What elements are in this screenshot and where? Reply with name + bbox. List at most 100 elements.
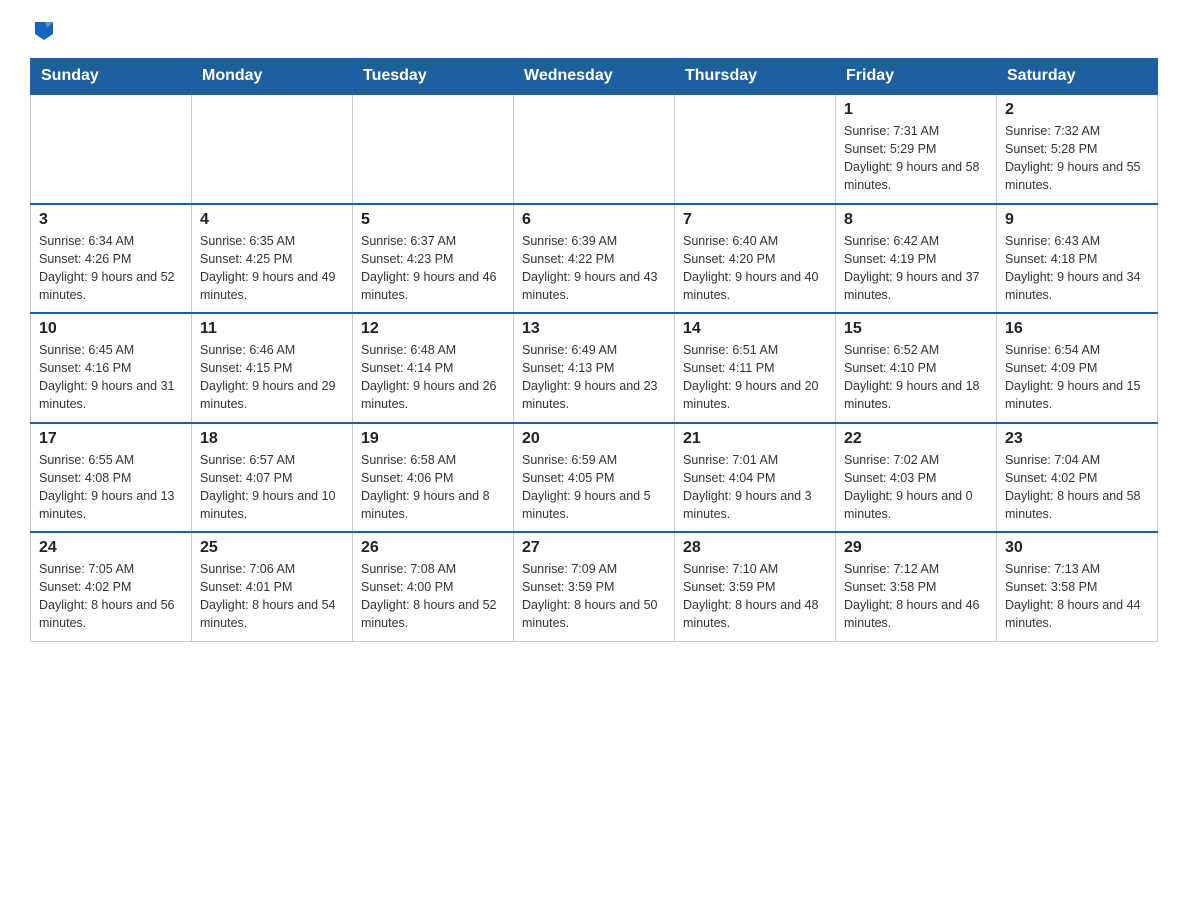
calendar-cell: 5Sunrise: 6:37 AM Sunset: 4:23 PM Daylig…	[353, 204, 514, 314]
day-number: 21	[683, 430, 827, 448]
calendar-cell: 6 Sunrise: 6:39 AM Sunset: 4:22 PM Daylig…	[514, 204, 675, 314]
day-number: 19	[361, 430, 505, 448]
calendar-cell: 26 Sunrise: 7:08 AM Sunset: 4:00 PM Dayli…	[353, 532, 514, 641]
calendar-week-row: 24Sunrise: 7:05 AM Sunset: 4:02 PM Dayli…	[31, 532, 1158, 641]
day-number: 14	[683, 320, 827, 338]
weekday-header-sunday: Sunday	[31, 59, 192, 95]
day-info: Sunrise: 6:43 AM Sunset: 4:18 PM Dayligh…	[1005, 232, 1149, 305]
day-number: 27	[522, 539, 666, 557]
weekday-header-monday: Monday	[192, 59, 353, 95]
calendar-cell: 30 Sunrise: 7:13 AM Sunset: 3:58 PM Dayli…	[997, 532, 1158, 641]
day-info: Sunrise: 7:10 AM Sunset: 3:59 PM Dayligh…	[683, 560, 827, 633]
calendar-cell: 20Sunrise: 6:59 AM Sunset: 4:05 PM Dayli…	[514, 423, 675, 533]
day-number: 12	[361, 320, 505, 338]
calendar-cell: 16 Sunrise: 6:54 AM Sunset: 4:09 PM Dayli…	[997, 313, 1158, 423]
day-number: 4	[200, 211, 344, 229]
calendar-cell: 18Sunrise: 6:57 AM Sunset: 4:07 PM Dayli…	[192, 423, 353, 533]
day-number: 18	[200, 430, 344, 448]
day-info: Sunrise: 7:02 AM Sunset: 4:03 PM Dayligh…	[844, 451, 988, 524]
day-number: 22	[844, 430, 988, 448]
day-info: Sunrise: 6:49 AM Sunset: 4:13 PM Dayligh…	[522, 341, 666, 414]
day-info: Sunrise: 6:37 AM Sunset: 4:23 PM Dayligh…	[361, 232, 505, 305]
day-info: Sunrise: 7:31 AM Sunset: 5:29 PM Dayligh…	[844, 122, 988, 195]
calendar-week-row: 1 Sunrise: 7:31 AM Sunset: 5:29 PM Daylig…	[31, 94, 1158, 204]
day-number: 30	[1005, 539, 1149, 557]
weekday-header-row: SundayMondayTuesdayWednesdayThursdayFrid…	[31, 59, 1158, 95]
day-info: Sunrise: 7:12 AM Sunset: 3:58 PM Dayligh…	[844, 560, 988, 633]
day-number: 6	[522, 211, 666, 229]
day-info: Sunrise: 7:08 AM Sunset: 4:00 PM Dayligh…	[361, 560, 505, 633]
calendar-cell: 29 Sunrise: 7:12 AM Sunset: 3:58 PM Dayli…	[836, 532, 997, 641]
calendar-cell: 23 Sunrise: 7:04 AM Sunset: 4:02 PM Dayli…	[997, 423, 1158, 533]
weekday-header-friday: Friday	[836, 59, 997, 95]
calendar-cell	[192, 94, 353, 204]
day-info: Sunrise: 6:35 AM Sunset: 4:25 PM Dayligh…	[200, 232, 344, 305]
day-info: Sunrise: 6:54 AM Sunset: 4:09 PM Dayligh…	[1005, 341, 1149, 414]
calendar-body: 1 Sunrise: 7:31 AM Sunset: 5:29 PM Daylig…	[31, 94, 1158, 641]
day-number: 29	[844, 539, 988, 557]
day-number: 23	[1005, 430, 1149, 448]
calendar-cell	[675, 94, 836, 204]
day-info: Sunrise: 6:34 AM Sunset: 4:26 PM Dayligh…	[39, 232, 183, 305]
calendar-cell: 27 Sunrise: 7:09 AM Sunset: 3:59 PM Dayli…	[514, 532, 675, 641]
calendar-cell: 15 Sunrise: 6:52 AM Sunset: 4:10 PM Dayli…	[836, 313, 997, 423]
calendar-cell: 13Sunrise: 6:49 AM Sunset: 4:13 PM Dayli…	[514, 313, 675, 423]
day-info: Sunrise: 6:58 AM Sunset: 4:06 PM Dayligh…	[361, 451, 505, 524]
logo-wrapper	[30, 20, 55, 42]
calendar-cell: 4 Sunrise: 6:35 AM Sunset: 4:25 PM Daylig…	[192, 204, 353, 314]
day-number: 3	[39, 211, 183, 229]
calendar-cell: 12 Sunrise: 6:48 AM Sunset: 4:14 PM Dayli…	[353, 313, 514, 423]
calendar-week-row: 3 Sunrise: 6:34 AM Sunset: 4:26 PM Daylig…	[31, 204, 1158, 314]
calendar-cell: 2 Sunrise: 7:32 AM Sunset: 5:28 PM Daylig…	[997, 94, 1158, 204]
day-number: 10	[39, 320, 183, 338]
weekday-header-thursday: Thursday	[675, 59, 836, 95]
calendar-cell: 3 Sunrise: 6:34 AM Sunset: 4:26 PM Daylig…	[31, 204, 192, 314]
day-info: Sunrise: 7:09 AM Sunset: 3:59 PM Dayligh…	[522, 560, 666, 633]
calendar-cell: 19 Sunrise: 6:58 AM Sunset: 4:06 PM Dayli…	[353, 423, 514, 533]
day-number: 26	[361, 539, 505, 557]
calendar-cell: 14Sunrise: 6:51 AM Sunset: 4:11 PM Dayli…	[675, 313, 836, 423]
day-info: Sunrise: 6:40 AM Sunset: 4:20 PM Dayligh…	[683, 232, 827, 305]
day-number: 16	[1005, 320, 1149, 338]
page-header	[30, 20, 1158, 42]
day-info: Sunrise: 6:55 AM Sunset: 4:08 PM Dayligh…	[39, 451, 183, 524]
day-info: Sunrise: 6:39 AM Sunset: 4:22 PM Dayligh…	[522, 232, 666, 305]
day-info: Sunrise: 6:59 AM Sunset: 4:05 PM Dayligh…	[522, 451, 666, 524]
calendar-cell: 10Sunrise: 6:45 AM Sunset: 4:16 PM Dayli…	[31, 313, 192, 423]
calendar-cell	[514, 94, 675, 204]
day-number: 17	[39, 430, 183, 448]
day-number: 11	[200, 320, 344, 338]
day-info: Sunrise: 7:06 AM Sunset: 4:01 PM Dayligh…	[200, 560, 344, 633]
weekday-header-saturday: Saturday	[997, 59, 1158, 95]
calendar-cell: 22 Sunrise: 7:02 AM Sunset: 4:03 PM Dayli…	[836, 423, 997, 533]
logo-area	[30, 20, 55, 42]
calendar-week-row: 17 Sunrise: 6:55 AM Sunset: 4:08 PM Dayli…	[31, 423, 1158, 533]
calendar-cell: 7Sunrise: 6:40 AM Sunset: 4:20 PM Daylig…	[675, 204, 836, 314]
calendar-cell: 9 Sunrise: 6:43 AM Sunset: 4:18 PM Daylig…	[997, 204, 1158, 314]
day-number: 2	[1005, 101, 1149, 119]
calendar-cell: 8Sunrise: 6:42 AM Sunset: 4:19 PM Daylig…	[836, 204, 997, 314]
calendar-cell: 28Sunrise: 7:10 AM Sunset: 3:59 PM Dayli…	[675, 532, 836, 641]
day-number: 25	[200, 539, 344, 557]
day-info: Sunrise: 7:04 AM Sunset: 4:02 PM Dayligh…	[1005, 451, 1149, 524]
calendar-cell: 25 Sunrise: 7:06 AM Sunset: 4:01 PM Dayli…	[192, 532, 353, 641]
day-info: Sunrise: 7:01 AM Sunset: 4:04 PM Dayligh…	[683, 451, 827, 524]
day-number: 15	[844, 320, 988, 338]
calendar-cell: 11Sunrise: 6:46 AM Sunset: 4:15 PM Dayli…	[192, 313, 353, 423]
day-number: 9	[1005, 211, 1149, 229]
calendar-cell: 21 Sunrise: 7:01 AM Sunset: 4:04 PM Dayli…	[675, 423, 836, 533]
day-number: 24	[39, 539, 183, 557]
calendar-week-row: 10Sunrise: 6:45 AM Sunset: 4:16 PM Dayli…	[31, 313, 1158, 423]
calendar-cell: 24Sunrise: 7:05 AM Sunset: 4:02 PM Dayli…	[31, 532, 192, 641]
day-info: Sunrise: 7:13 AM Sunset: 3:58 PM Dayligh…	[1005, 560, 1149, 633]
calendar-table: SundayMondayTuesdayWednesdayThursdayFrid…	[30, 58, 1158, 642]
day-info: Sunrise: 6:52 AM Sunset: 4:10 PM Dayligh…	[844, 341, 988, 414]
calendar-cell	[31, 94, 192, 204]
calendar-cell	[353, 94, 514, 204]
day-info: Sunrise: 6:48 AM Sunset: 4:14 PM Dayligh…	[361, 341, 505, 414]
day-number: 1	[844, 101, 988, 119]
day-number: 8	[844, 211, 988, 229]
logo-flag-icon	[33, 20, 55, 42]
calendar-cell: 1 Sunrise: 7:31 AM Sunset: 5:29 PM Daylig…	[836, 94, 997, 204]
day-info: Sunrise: 7:32 AM Sunset: 5:28 PM Dayligh…	[1005, 122, 1149, 195]
